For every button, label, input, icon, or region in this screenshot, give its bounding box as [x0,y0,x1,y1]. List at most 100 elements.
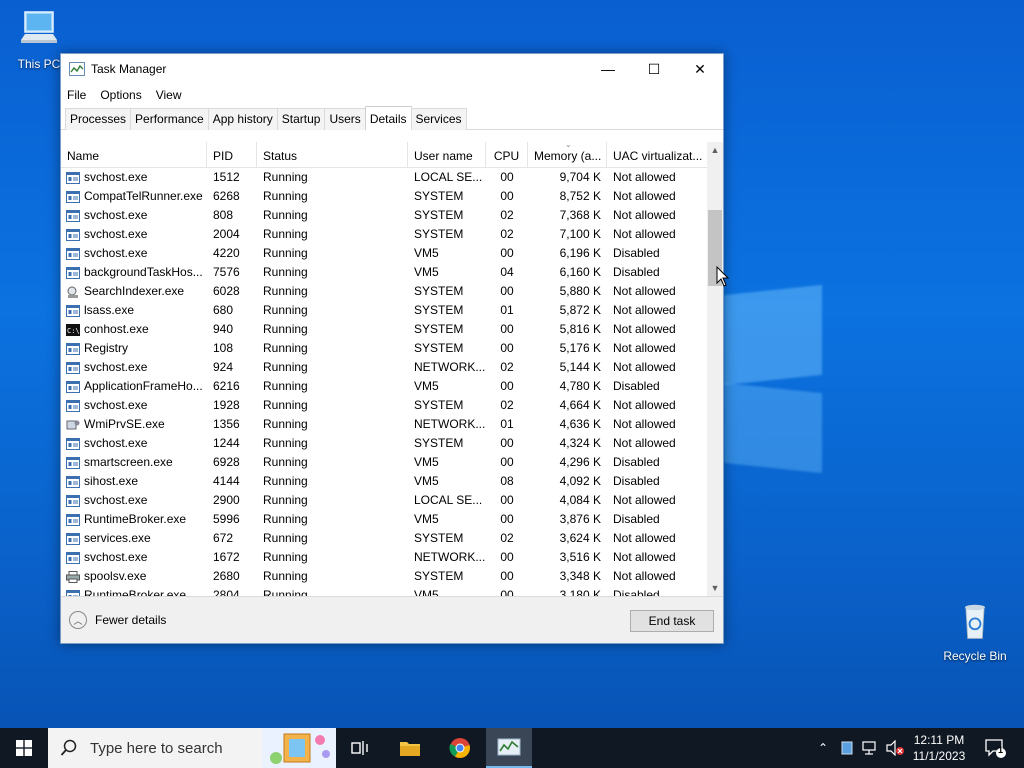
scroll-up-arrow-icon[interactable]: ▲ [707,142,723,158]
tray-app-icon[interactable] [838,728,856,768]
cell-name: sihost.exe [61,472,207,491]
scroll-down-arrow-icon[interactable]: ▼ [707,580,723,596]
tab-app-history[interactable]: App history [207,108,278,130]
table-row[interactable]: svchost.exe 4220 Running VM5 00 6,196 K Disabl… [61,244,707,263]
tab-performance[interactable]: Performance [130,108,209,130]
tab-details[interactable]: Details [364,106,412,130]
table-row[interactable]: spoolsv.exe 2680 Running SYSTEM 00 3,348 K Not… [61,567,707,586]
task-manager-taskbar-button[interactable] [486,728,532,768]
cell-pid: 1356 [213,417,240,431]
cell-cpu: 08 [500,474,514,488]
tab-services[interactable]: Services [410,108,467,130]
computer-icon [21,11,57,43]
cell-uac-virtualization: Not allowed [613,531,676,545]
table-row[interactable]: CompatTelRunner.exe 6268 Running SYSTEM 00 8,… [61,187,707,206]
table-row[interactable]: svchost.exe 924 Running NETWORK... 02 5,144 K… [61,358,707,377]
start-button[interactable] [0,728,48,768]
wallpaper-beam [724,382,822,474]
column-header-uac-virtualization[interactable]: UAC virtualizat... [607,142,707,168]
table-row[interactable]: C:\ conhost.exe 940 Running SYSTEM 00 5,816 K N… [61,320,707,339]
table-row[interactable]: backgroundTaskHos... 7576 Running VM5 04 6,16… [61,263,707,282]
cell-name: svchost.exe [61,548,207,567]
process-name: svchost.exe [84,550,148,564]
cell-uac-virtualization: Not allowed [613,569,676,583]
task-view-button[interactable] [340,728,380,768]
column-header-name[interactable]: Name [61,142,207,168]
maximize-button[interactable]: ☐ [631,54,677,84]
network-button[interactable] [860,728,882,768]
file-explorer-button[interactable] [390,728,430,768]
table-row[interactable]: RuntimeBroker.exe 5996 Running VM5 00 3,876 K… [61,510,707,529]
menu-options[interactable]: Options [100,88,141,102]
menu-file[interactable]: File [67,88,86,102]
service-icon [66,361,84,374]
cell-cpu: 02 [500,398,514,412]
service-icon [66,209,84,222]
cell-status: Running [263,455,308,469]
table-row[interactable]: svchost.exe 1512 Running LOCAL SE... 00 9,704… [61,168,707,187]
end-task-button[interactable]: End task [630,610,714,632]
cell-name: ApplicationFrameHo... [61,377,207,396]
tab-startup[interactable]: Startup [276,108,326,130]
cell-pid: 6028 [213,284,240,298]
cell-uac-virtualization: Disabled [613,588,660,596]
table-row[interactable]: smartscreen.exe 6928 Running VM5 00 4,296 K Di… [61,453,707,472]
cell-name: svchost.exe [61,358,207,377]
notifications-button[interactable]: 1 [978,728,1012,768]
cell-uac-virtualization: Disabled [613,474,660,488]
table-row[interactable]: lsass.exe 680 Running SYSTEM 01 5,872 K Not al… [61,301,707,320]
column-header-cpu[interactable]: CPU [486,142,528,168]
task-manager-window[interactable]: Task Manager — ☐ ✕ File Options View Pro… [60,53,724,644]
fewer-details-button[interactable]: ︿ Fewer details [69,611,166,629]
table-row[interactable]: svchost.exe 1672 Running NETWORK... 00 3,516 … [61,548,707,567]
cell-cpu: 01 [500,417,514,431]
table-row[interactable]: svchost.exe 2900 Running LOCAL SE... 00 4,084… [61,491,707,510]
desktop-icon-recycle-bin[interactable]: Recycle Bin [936,602,1014,663]
vertical-scrollbar[interactable]: ▲ ▼ [707,142,723,596]
table-row[interactable]: WmiPrvSE.exe 1356 Running NETWORK... 01 4,636… [61,415,707,434]
taskbar-search-box[interactable]: Type here to search [48,728,336,768]
table-row[interactable]: Registry 108 Running SYSTEM 00 5,176 K Not all… [61,339,707,358]
cell-name: C:\ conhost.exe [61,320,207,339]
table-row[interactable]: SearchIndexer.exe 6028 Running SYSTEM 00 5,88… [61,282,707,301]
console-icon: C:\ [66,323,84,336]
process-name: RuntimeBroker.exe [84,588,187,596]
service-icon [66,551,84,564]
column-header-pid[interactable]: PID [207,142,257,168]
cell-memory: 5,872 K [559,303,601,317]
tab-users[interactable]: Users [324,108,366,130]
volume-button[interactable] [884,728,906,768]
cell-status: Running [263,227,308,241]
table-row[interactable]: svchost.exe 1244 Running SYSTEM 00 4,324 K Not… [61,434,707,453]
system-clock[interactable]: 12:11 PM 11/1/2023 [905,732,973,764]
cell-uac-virtualization: Disabled [613,512,660,526]
table-row[interactable]: svchost.exe 1928 Running SYSTEM 02 4,664 K Not… [61,396,707,415]
cell-status: Running [263,417,308,431]
menu-view[interactable]: View [156,88,182,102]
chrome-button[interactable] [440,728,480,768]
table-row[interactable]: RuntimeBroker.exe 2804 Running VM5 00 3,180 K… [61,586,707,596]
tray-app-icon-glyph [841,741,853,755]
cell-cpu: 02 [500,360,514,374]
tab-strip: Processes Performance App history Startu… [61,106,723,130]
mouse-pointer-icon [716,266,730,287]
table-row[interactable]: svchost.exe 2004 Running SYSTEM 02 7,100 K Not… [61,225,707,244]
process-name: lsass.exe [84,303,135,317]
show-hidden-icons-button[interactable]: ⌃ [812,728,834,768]
minimize-button[interactable]: — [585,54,631,84]
cell-user-name: SYSTEM [414,569,464,583]
close-button[interactable]: ✕ [677,54,723,84]
title-bar[interactable]: Task Manager — ☐ ✕ [61,54,723,84]
column-header-status[interactable]: Status [257,142,408,168]
tab-processes[interactable]: Processes [65,108,132,130]
table-row[interactable]: svchost.exe 808 Running SYSTEM 02 7,368 K Not … [61,206,707,225]
search-highlight-icon [262,728,336,768]
service-icon [66,456,84,469]
cell-pid: 6928 [213,455,240,469]
cell-pid: 6216 [213,379,240,393]
column-header-user-name[interactable]: User name [408,142,486,168]
table-row[interactable]: sihost.exe 4144 Running VM5 08 4,092 K Disable… [61,472,707,491]
table-row[interactable]: services.exe 672 Running SYSTEM 02 3,624 K Not… [61,529,707,548]
table-row[interactable]: ApplicationFrameHo... 6216 Running VM5 00 4,7… [61,377,707,396]
cell-name: svchost.exe [61,491,207,510]
